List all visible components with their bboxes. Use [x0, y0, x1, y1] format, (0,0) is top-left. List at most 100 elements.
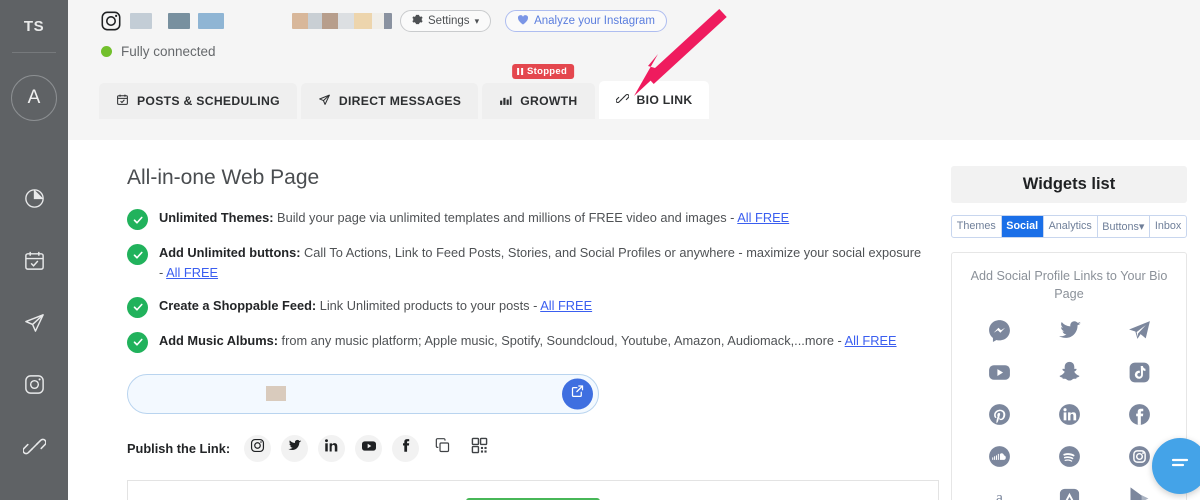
- social-messenger-button[interactable]: [984, 318, 1014, 348]
- sidebar-nav: [17, 181, 51, 463]
- sidebar: TS A: [0, 0, 68, 500]
- social-card-title: Add Social Profile Links to Your Bio Pag…: [970, 269, 1168, 302]
- facebook-icon: [398, 438, 413, 458]
- social-spotify-button[interactable]: [1054, 444, 1084, 474]
- social-soundcloud-button[interactable]: [984, 444, 1014, 474]
- link-chain-icon: [22, 435, 46, 458]
- check-icon: [127, 209, 148, 230]
- pause-icon: [517, 68, 523, 75]
- social-telegram-button[interactable]: [1124, 318, 1154, 348]
- social-instagram-button[interactable]: [1124, 444, 1154, 474]
- feature-text: Create a Shoppable Feed: Link Unlimited …: [159, 296, 592, 318]
- widgets-tab-analytics[interactable]: Analytics: [1044, 216, 1098, 237]
- url-value-redacted: [266, 386, 286, 402]
- sidebar-item-messages[interactable]: [17, 305, 51, 339]
- youtube-icon: [361, 438, 377, 459]
- social-tiktok-button[interactable]: [1124, 360, 1154, 390]
- social-amazon-button[interactable]: a: [984, 486, 1014, 500]
- tab-growth[interactable]: Stopped GROWTH: [482, 64, 595, 119]
- check-icon: [127, 296, 148, 318]
- all-free-link[interactable]: All FREE: [845, 333, 897, 348]
- stopped-label: Stopped: [526, 66, 568, 77]
- publish-instagram-button[interactable]: [244, 434, 272, 462]
- messenger-icon: [987, 318, 1012, 348]
- all-free-link[interactable]: All FREE: [737, 210, 789, 225]
- svg-text:a: a: [996, 489, 1003, 500]
- settings-button[interactable]: Settings ▾: [400, 10, 492, 32]
- page-title: All-in-one Web Page: [127, 166, 320, 189]
- social-linkedin-button[interactable]: [1054, 402, 1084, 432]
- tab-label: GROWTH: [520, 94, 578, 108]
- widgets-tab-buttons[interactable]: Buttons▾: [1098, 216, 1151, 237]
- publish-twitter-button[interactable]: [281, 434, 309, 462]
- avatar[interactable]: A: [11, 75, 57, 121]
- telegram-icon: [1127, 318, 1152, 348]
- analyze-instagram-button[interactable]: Analyze your Instagram: [505, 10, 667, 32]
- publish-copy-button[interactable]: [429, 435, 456, 462]
- appearance-card: Edit Appearance: [127, 479, 939, 500]
- link-chain-icon: [615, 92, 629, 108]
- publish-youtube-button[interactable]: [355, 434, 383, 462]
- social-youtube-button[interactable]: [984, 360, 1014, 390]
- account-name-redacted-1: [130, 13, 152, 29]
- feature-body: from any music platform; Apple music, Sp…: [277, 332, 845, 348]
- status-badge-stopped: Stopped: [512, 64, 575, 79]
- widgets-tab-inbox[interactable]: Inbox: [1150, 216, 1186, 237]
- all-free-link[interactable]: All FREE: [166, 265, 218, 280]
- publish-link-row: Publish the Link:: [127, 434, 939, 462]
- snapchat-icon: [1057, 360, 1082, 390]
- instagram-icon: [250, 438, 265, 458]
- widgets-tab-themes[interactable]: Themes: [952, 216, 1002, 237]
- app-store-icon: [1057, 486, 1082, 500]
- chat-bubble-icon: [1168, 452, 1192, 481]
- linkedin-icon: [324, 438, 339, 458]
- sidebar-logo[interactable]: TS: [0, 0, 68, 52]
- social-facebook-button[interactable]: [1124, 402, 1154, 432]
- amazon-icon: a: [987, 486, 1012, 500]
- social-twitter-button[interactable]: [1054, 318, 1084, 348]
- google-play-icon: [1127, 486, 1152, 500]
- account-handle-redacted: [292, 13, 392, 29]
- chat-support-button[interactable]: [1152, 438, 1200, 494]
- account-header: Settings ▾ Analyze your Instagram: [68, 0, 1200, 32]
- publish-facebook-button[interactable]: [392, 434, 420, 462]
- all-free-link[interactable]: All FREE: [540, 298, 592, 313]
- account-name-redacted-2: [168, 13, 190, 29]
- facebook-icon: [1127, 402, 1152, 432]
- check-icon: [127, 331, 148, 353]
- instagram-icon: [23, 373, 46, 396]
- social-app-store-button[interactable]: [1054, 486, 1084, 500]
- qr-code-icon: [471, 437, 488, 459]
- list-item: Add Unlimited buttons: Call To Actions, …: [127, 243, 927, 283]
- publish-linkedin-button[interactable]: [318, 434, 346, 462]
- list-item: Create a Shoppable Feed: Link Unlimited …: [127, 296, 927, 318]
- soundcloud-icon: [987, 444, 1012, 474]
- calendar-check-icon: [23, 249, 46, 272]
- social-snapchat-button[interactable]: [1054, 360, 1084, 390]
- social-pinterest-button[interactable]: [984, 402, 1014, 432]
- feature-body: Build your page via unlimited templates …: [273, 210, 738, 225]
- list-item: Unlimited Themes: Build your page via un…: [127, 208, 927, 230]
- open-link-button[interactable]: [562, 378, 593, 410]
- tab-bio-link[interactable]: BIO LINK: [598, 81, 710, 119]
- widgets-tab-social[interactable]: Social: [1001, 216, 1044, 237]
- tab-direct-messages[interactable]: DIRECT MESSAGES: [300, 83, 479, 119]
- bio-link-url-field[interactable]: [127, 373, 599, 414]
- feature-list: Unlimited Themes: Build your page via un…: [127, 208, 927, 353]
- sidebar-item-bio-link[interactable]: [17, 429, 51, 463]
- tab-posts-scheduling[interactable]: POSTS & SCHEDULING: [99, 83, 297, 119]
- tab-label: BIO LINK: [636, 93, 693, 107]
- status-dot-icon: [101, 46, 112, 57]
- publish-qr-button[interactable]: [466, 435, 493, 462]
- analyze-button-label: Analyze your Instagram: [534, 15, 655, 27]
- account-name-redacted-3: [198, 13, 224, 29]
- tab-label: POSTS & SCHEDULING: [137, 94, 280, 108]
- feature-bold: Add Unlimited buttons:: [159, 245, 301, 260]
- sidebar-item-instagram[interactable]: [17, 367, 51, 401]
- sidebar-item-scheduling[interactable]: [17, 243, 51, 277]
- social-google-play-button[interactable]: [1124, 486, 1154, 500]
- sidebar-item-dashboard[interactable]: [17, 181, 51, 215]
- feature-bold: Unlimited Themes:: [159, 210, 274, 225]
- bio-link-panel: All-in-one Web Page Unlimited Themes: Bu…: [68, 140, 939, 500]
- feature-bold: Add Music Albums:: [159, 332, 278, 348]
